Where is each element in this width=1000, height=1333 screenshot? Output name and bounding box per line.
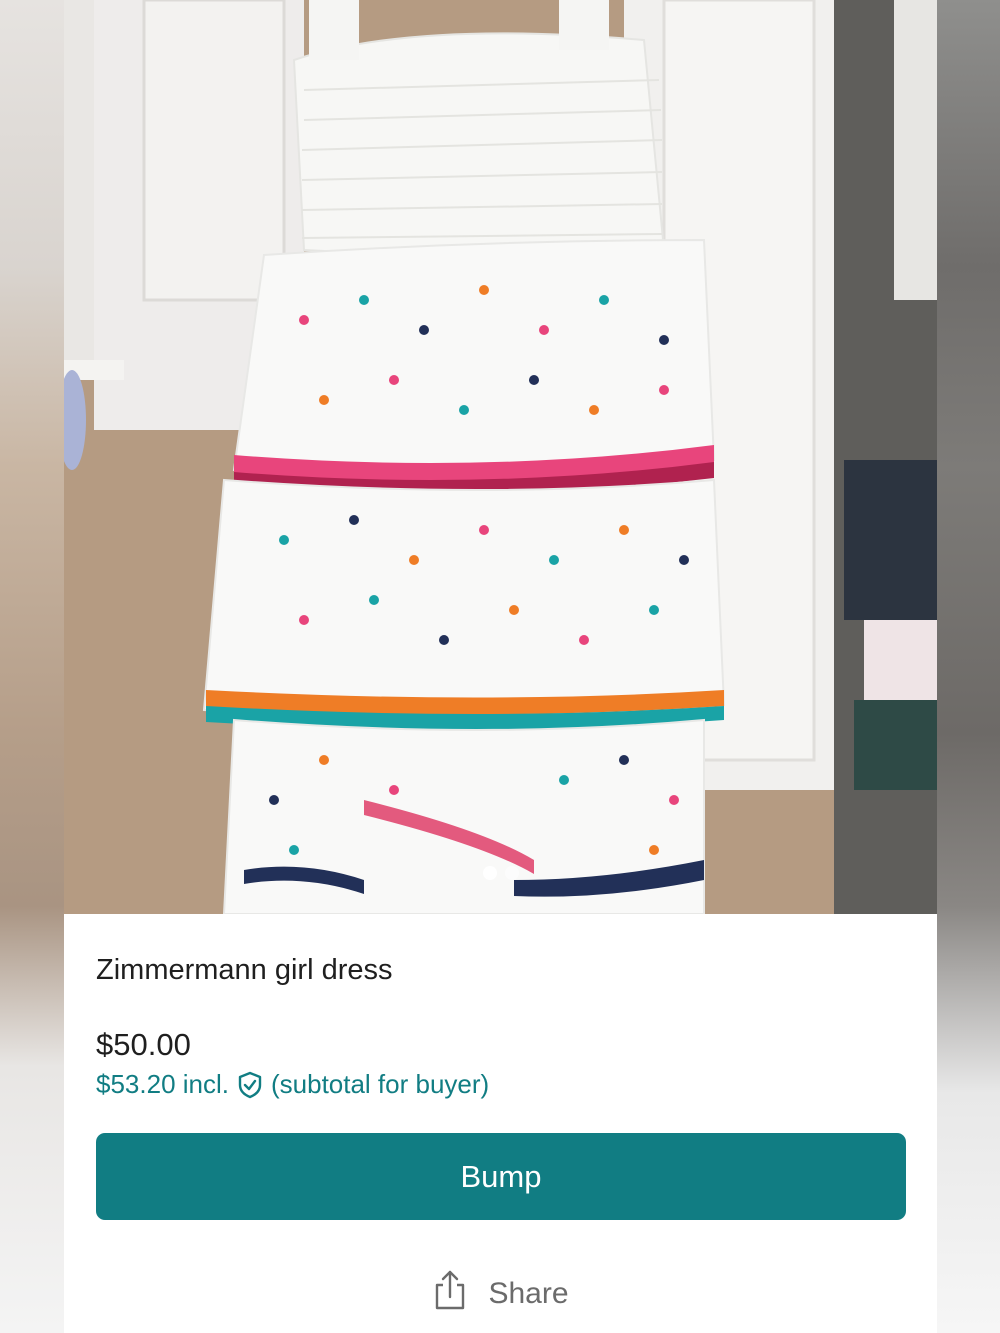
share-button[interactable]: Share — [64, 1269, 937, 1319]
gallery-pagination[interactable] — [64, 866, 937, 880]
blurred-backdrop-right — [937, 0, 1000, 1333]
blurred-backdrop-left — [0, 0, 64, 1333]
listing-price: $50.00 — [96, 1027, 191, 1062]
buyer-subtotal: $53.20 incl. (subtotal for buyer) — [96, 1069, 489, 1100]
listing-photo[interactable] — [64, 0, 937, 914]
share-label: Share — [488, 1277, 569, 1310]
bump-button[interactable]: Bump — [96, 1133, 906, 1220]
share-icon — [432, 1269, 468, 1319]
gallery-dot-1[interactable] — [482, 866, 497, 880]
listing-title: Zimmermann girl dress — [96, 954, 393, 986]
gallery-dot-2[interactable] — [504, 866, 519, 880]
subtotal-note: (subtotal for buyer) — [270, 1069, 490, 1099]
shield-check-icon[interactable] — [235, 1070, 265, 1100]
listing-details: Zimmermann girl dress $50.00 $53.20 incl… — [64, 914, 937, 1333]
subtotal-amount: $53.20 incl. — [96, 1069, 229, 1099]
